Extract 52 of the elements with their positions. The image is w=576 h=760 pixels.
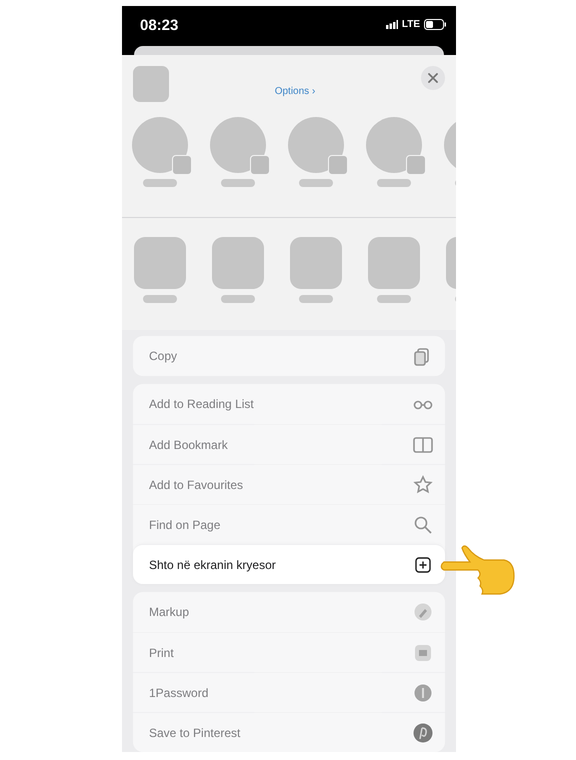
book-icon	[413, 434, 433, 454]
action-label: Add Bookmark	[149, 438, 228, 452]
app-icon[interactable]	[212, 237, 264, 289]
action-row[interactable]: Add Bookmark	[133, 424, 445, 464]
key-icon	[413, 682, 433, 702]
add-square-icon	[413, 554, 433, 574]
close-icon	[428, 73, 438, 83]
name-placeholder	[221, 179, 255, 187]
action-label: Copy	[149, 349, 178, 363]
name-placeholder	[299, 295, 333, 303]
pen-icon	[413, 602, 433, 622]
name-placeholder	[221, 295, 255, 303]
name-placeholder	[143, 295, 177, 303]
pin-icon	[413, 722, 433, 742]
action-row[interactable]: Add to Reading List	[133, 384, 445, 424]
app-badge	[328, 155, 348, 175]
options-link[interactable]: Options ›	[169, 86, 421, 97]
name-placeholder	[377, 295, 411, 303]
action-label: Add to Favourites	[149, 478, 244, 492]
action-label: 1Password	[149, 686, 208, 700]
action-row[interactable]: Save to Pinterest	[133, 712, 445, 752]
battery-icon	[424, 19, 446, 30]
action-label: Shto në ekranin kryesor	[149, 558, 276, 572]
action-label: Markup	[149, 605, 190, 619]
status-time: 08:23	[140, 17, 178, 34]
action-label: Save to Pinterest	[149, 726, 240, 740]
signal-icon	[386, 20, 398, 29]
action-row[interactable]: 1Password	[133, 672, 445, 712]
name-placeholder	[143, 179, 177, 187]
close-button[interactable]	[421, 66, 445, 90]
page-thumbnail	[133, 66, 169, 102]
pointing-hand-icon	[438, 544, 516, 596]
app-icon[interactable]	[134, 237, 186, 289]
app-badge	[406, 155, 426, 175]
action-row[interactable]: Shto në ekranin kryesor	[133, 544, 445, 584]
print-icon	[413, 642, 433, 662]
network-label: LTE	[402, 19, 420, 30]
app-icon[interactable]	[290, 237, 342, 289]
app-icon[interactable]	[368, 237, 420, 289]
action-row[interactable]: Print	[133, 632, 445, 672]
action-row[interactable]: Markup	[133, 592, 445, 632]
name-placeholder	[377, 179, 411, 187]
action-row[interactable]: Copy	[133, 336, 445, 376]
action-label: Print	[149, 646, 174, 660]
action-label: Add to Reading List	[149, 397, 254, 411]
search-icon	[413, 514, 433, 534]
action-row[interactable]: Add to Favourites	[133, 464, 445, 504]
app-badge	[250, 155, 270, 175]
action-label: Find on Page	[149, 518, 220, 532]
app-badge	[172, 155, 192, 175]
star-icon	[413, 474, 433, 494]
name-placeholder	[299, 179, 333, 187]
